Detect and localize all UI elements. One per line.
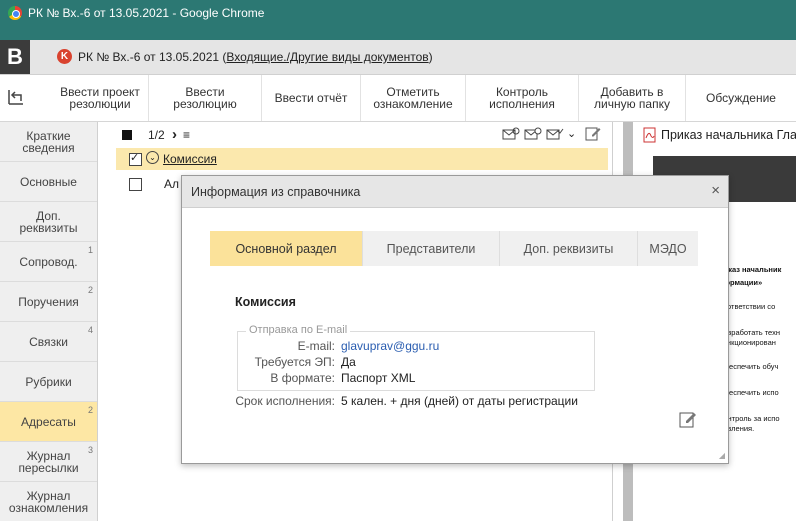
list-menu-icon[interactable]: ≡ bbox=[183, 128, 190, 142]
row-checkbox[interactable] bbox=[129, 151, 142, 166]
toolbar-btn-report[interactable]: Ввести отчёт bbox=[262, 75, 361, 121]
tb-label: Обсуждение bbox=[706, 91, 776, 105]
ep-label: Требуется ЭП: bbox=[254, 355, 335, 369]
toolbar-btn-draft-resolution[interactable]: Ввести проект резолюции bbox=[52, 75, 149, 121]
tab-main-section[interactable]: Основной раздел bbox=[210, 231, 363, 266]
tb-label: исполнения bbox=[489, 97, 555, 111]
dialog-header: Информация из справочника × bbox=[182, 176, 728, 208]
email-label: E-mail: bbox=[297, 339, 335, 353]
tab-extra-attrs[interactable]: Доп. реквизиты bbox=[500, 231, 638, 266]
sidebar-item-label: Связки bbox=[29, 334, 68, 349]
toolbar: Ввести проект резолюции Ввести резолюцию В… bbox=[0, 75, 796, 122]
sidebar-item-recipients[interactable]: 2 Адресаты bbox=[0, 402, 97, 442]
toolbar-btn-control[interactable]: Контроль исполнения bbox=[466, 75, 579, 121]
sidebar-badge: 4 bbox=[87, 325, 93, 335]
toolbar-btn-resolution[interactable]: Ввести резолюцию bbox=[149, 75, 262, 121]
sidebar-item-label: реквизиты bbox=[19, 220, 78, 235]
chevron-down-icon[interactable]: ⌄ bbox=[567, 127, 576, 140]
chrome-icon bbox=[8, 6, 22, 20]
sidebar-badge: 3 bbox=[87, 445, 93, 455]
tab-representatives[interactable]: Представители bbox=[363, 231, 500, 266]
toolbar-btn-acknowledge[interactable]: Отметить ознакомление bbox=[361, 75, 466, 121]
doc-title-prefix: РК № Вх.-6 от 13.05.2021 ( bbox=[78, 50, 227, 64]
next-page-button[interactable]: › bbox=[172, 126, 177, 143]
tab-medo[interactable]: МЭДО bbox=[638, 231, 698, 266]
list-header: 1/2 › ≡ ⌄ bbox=[98, 122, 610, 148]
sidebar-item-ack-log[interactable]: Журнал ознакомления bbox=[0, 482, 97, 521]
email-check-icon[interactable] bbox=[546, 127, 564, 141]
sidebar-item-label: ознакомления bbox=[8, 500, 89, 515]
select-all-checkbox[interactable] bbox=[122, 130, 132, 140]
pager-text: 1/2 bbox=[148, 128, 165, 142]
deadline-value: 5 кален. + дня (дней) от даты регистраци… bbox=[341, 394, 578, 408]
toolbar-btn-add-folder[interactable]: Добавить в личную папку bbox=[579, 75, 686, 121]
sidebar-item-label: Основные bbox=[20, 174, 77, 189]
sidebar-item-brief[interactable]: Краткие сведения bbox=[0, 122, 97, 162]
browser-title-bar: РК № Вх.-6 от 13.05.2021 - Google Chrome bbox=[0, 0, 796, 40]
dialog-title: Информация из справочника bbox=[191, 185, 361, 199]
sidebar-item-label: сведения bbox=[22, 140, 75, 155]
sidebar-item-assignments[interactable]: 2 Поручения bbox=[0, 282, 97, 322]
pdf-icon bbox=[643, 127, 656, 143]
back-icon[interactable] bbox=[6, 87, 26, 107]
email-fieldset-legend: Отправка по E-mail bbox=[246, 324, 351, 336]
format-value: Паспорт XML bbox=[341, 371, 416, 385]
send-email-icon[interactable] bbox=[502, 127, 520, 141]
resize-grip-icon[interactable]: ◢ bbox=[719, 451, 725, 460]
doc-title-suffix: ) bbox=[428, 50, 433, 64]
sidebar-item-extra-attrs[interactable]: Доп. реквизиты bbox=[0, 202, 97, 242]
recipient-name[interactable]: Комиссия bbox=[163, 152, 217, 166]
sidebar-item-label: Рубрики bbox=[25, 374, 72, 389]
reference-info-dialog: Информация из справочника × Основной раз… bbox=[181, 175, 729, 464]
table-row[interactable]: ⌄ Комиссия bbox=[116, 148, 608, 170]
doc-type-icon: K bbox=[57, 49, 72, 64]
tb-label: ознакомление bbox=[373, 97, 453, 111]
recipient-name[interactable]: Ал bbox=[164, 177, 179, 191]
browser-title: РК № Вх.-6 от 13.05.2021 - Google Chrome bbox=[28, 6, 265, 20]
sidebar-badge: 2 bbox=[87, 285, 93, 295]
sidebar-item-main[interactable]: Основные bbox=[0, 162, 97, 202]
sidebar-item-label: пересылки bbox=[18, 460, 79, 475]
close-icon[interactable]: × bbox=[711, 182, 720, 199]
edit-icon[interactable] bbox=[585, 125, 601, 141]
tb-label: Ввести отчёт bbox=[274, 91, 348, 105]
sidebar-item-label: Сопровод. bbox=[19, 254, 78, 269]
document-header: B K РК № Вх.-6 от 13.05.2021 (Входящие./… bbox=[0, 40, 796, 75]
document-title: РК № Вх.-6 от 13.05.2021 (Входящие./Друг… bbox=[78, 50, 433, 64]
edit-icon[interactable] bbox=[679, 410, 697, 428]
sidebar-item-links[interactable]: 4 Связки bbox=[0, 322, 97, 362]
row-checkbox[interactable] bbox=[129, 178, 142, 191]
sidebar-item-label: Адресаты bbox=[21, 414, 76, 429]
sidebar: Краткие сведения Основные Доп. реквизиты 1… bbox=[0, 122, 98, 521]
organization-name: Комиссия bbox=[235, 295, 296, 309]
tb-label: личную папку bbox=[594, 97, 670, 111]
deadline-label: Срок исполнения: bbox=[235, 394, 335, 408]
sidebar-item-label: Поручения bbox=[18, 294, 79, 309]
sidebar-item-forward-log[interactable]: 3 Журнал пересылки bbox=[0, 442, 97, 482]
format-label: В формате: bbox=[270, 371, 335, 385]
sidebar-item-covering[interactable]: 1 Сопровод. bbox=[0, 242, 97, 282]
ep-value: Да bbox=[341, 355, 356, 369]
sidebar-item-rubrics[interactable]: Рубрики bbox=[0, 362, 97, 402]
tb-label: резолюции bbox=[69, 97, 131, 111]
email-settings-icon[interactable] bbox=[524, 127, 542, 141]
tb-label: резолюцию bbox=[173, 97, 237, 111]
toolbar-btn-discussion[interactable]: Обсуждение bbox=[686, 75, 796, 121]
sidebar-badge: 2 bbox=[87, 405, 93, 415]
doc-folder-link[interactable]: Входящие./Другие виды документов bbox=[226, 50, 428, 64]
sidebar-badge: 1 bbox=[87, 245, 93, 255]
expand-icon[interactable]: ⌄ bbox=[146, 151, 159, 164]
email-value[interactable]: glavuprav@ggu.ru bbox=[341, 339, 439, 353]
preview-title[interactable]: Приказ начальника Гла bbox=[661, 128, 796, 142]
app-logo[interactable]: B bbox=[0, 40, 30, 74]
